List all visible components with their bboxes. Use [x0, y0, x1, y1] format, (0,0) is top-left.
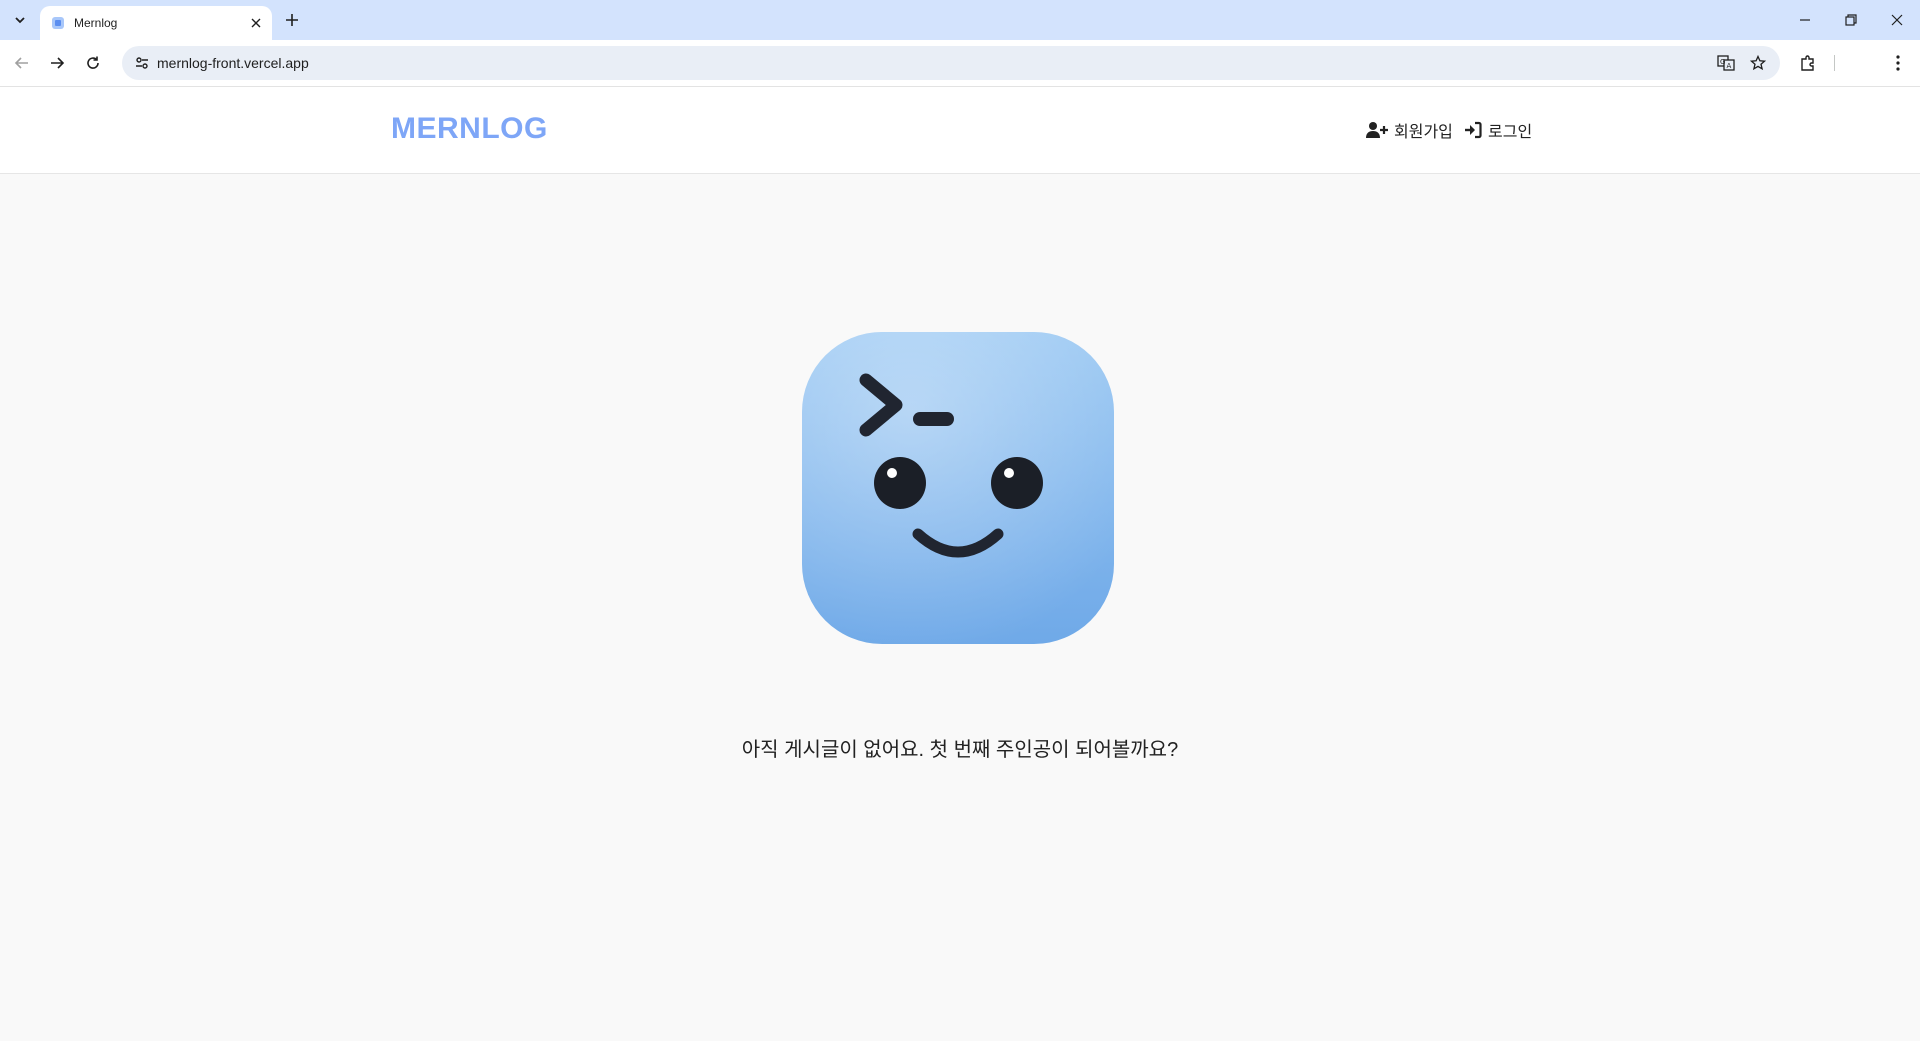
new-tab-plus-icon[interactable] [280, 8, 304, 32]
address-bar[interactable]: mernlog-front.vercel.app GA [122, 46, 1780, 80]
reload-icon[interactable] [79, 49, 107, 77]
favicon-icon [52, 17, 64, 29]
post-list-empty-state: 아직 게시글이 없어요. 첫 번째 주인공이 되어볼까요? [0, 173, 1920, 1041]
signup-link[interactable]: 회원가입 [1366, 118, 1453, 142]
user-plus-icon [1366, 122, 1388, 138]
tab-close-icon[interactable] [246, 13, 266, 33]
close-window-icon[interactable] [1874, 4, 1920, 36]
minimize-icon[interactable] [1782, 4, 1828, 36]
extensions-puzzle-icon[interactable] [1794, 49, 1822, 77]
url-text: mernlog-front.vercel.app [157, 55, 309, 71]
tab-title: Mernlog [74, 16, 118, 30]
browser-toolbar: mernlog-front.vercel.app GA [0, 40, 1920, 87]
browser-tabstrip: Mernlog [0, 0, 1920, 40]
svg-text:G: G [1720, 58, 1725, 66]
signup-label: 회원가입 [1394, 124, 1453, 141]
site-info-icon[interactable] [130, 51, 154, 75]
svg-text:A: A [1727, 62, 1732, 70]
site-header: MERNLOG 회원가입 로그인 [0, 87, 1920, 174]
tab-search-chevron-icon[interactable] [8, 8, 32, 32]
login-label: 로그인 [1488, 124, 1533, 141]
browser-menu-icon[interactable] [1884, 49, 1912, 77]
bookmark-star-icon[interactable] [1746, 51, 1770, 75]
sign-in-icon [1465, 121, 1482, 139]
back-arrow-icon[interactable] [8, 49, 36, 77]
mascot-terminal-face-icon [802, 332, 1114, 644]
toolbar-divider [1834, 55, 1835, 71]
forward-arrow-icon[interactable] [43, 49, 71, 77]
restore-icon[interactable] [1828, 4, 1874, 36]
login-link[interactable]: 로그인 [1464, 118, 1532, 142]
browser-tab[interactable]: Mernlog [40, 6, 272, 40]
site-logo[interactable]: MERNLOG [391, 112, 548, 146]
translate-icon[interactable]: GA [1714, 51, 1738, 75]
empty-state-message: 아직 게시글이 없어요. 첫 번째 주인공이 되어볼까요? [741, 739, 1179, 761]
